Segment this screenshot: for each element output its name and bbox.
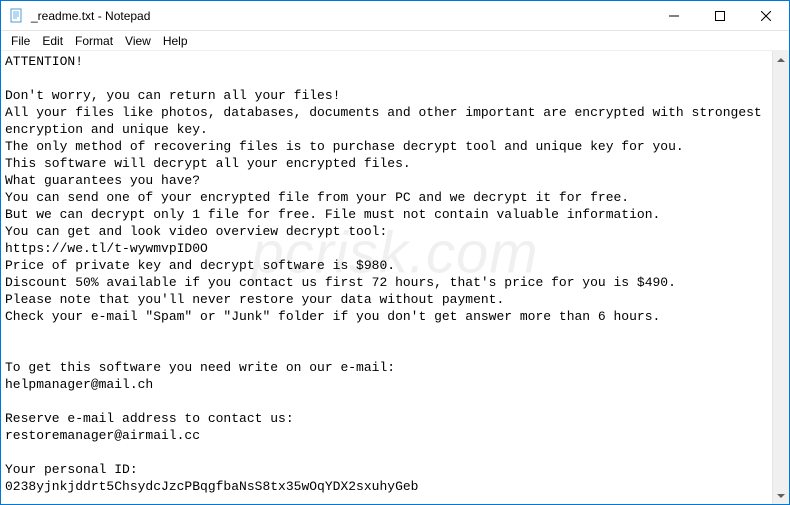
vertical-scrollbar[interactable] — [772, 51, 789, 504]
window-controls — [651, 1, 789, 30]
notepad-icon — [9, 8, 25, 24]
menu-help[interactable]: Help — [157, 33, 194, 49]
menu-file[interactable]: File — [5, 33, 36, 49]
scroll-track[interactable] — [773, 68, 789, 487]
notepad-window: _readme.txt - Notepad File Edit Format V… — [0, 0, 790, 505]
text-editor[interactable]: ATTENTION! Don't worry, you can return a… — [1, 51, 772, 504]
titlebar: _readme.txt - Notepad — [1, 1, 789, 31]
close-button[interactable] — [743, 1, 789, 30]
menubar: File Edit Format View Help — [1, 31, 789, 51]
menu-edit[interactable]: Edit — [36, 33, 69, 49]
maximize-button[interactable] — [697, 1, 743, 30]
content-area: ATTENTION! Don't worry, you can return a… — [1, 51, 789, 504]
scroll-down-arrow[interactable] — [773, 487, 789, 504]
minimize-button[interactable] — [651, 1, 697, 30]
window-title: _readme.txt - Notepad — [31, 9, 651, 23]
menu-format[interactable]: Format — [69, 33, 119, 49]
menu-view[interactable]: View — [119, 33, 157, 49]
scroll-up-arrow[interactable] — [773, 51, 789, 68]
